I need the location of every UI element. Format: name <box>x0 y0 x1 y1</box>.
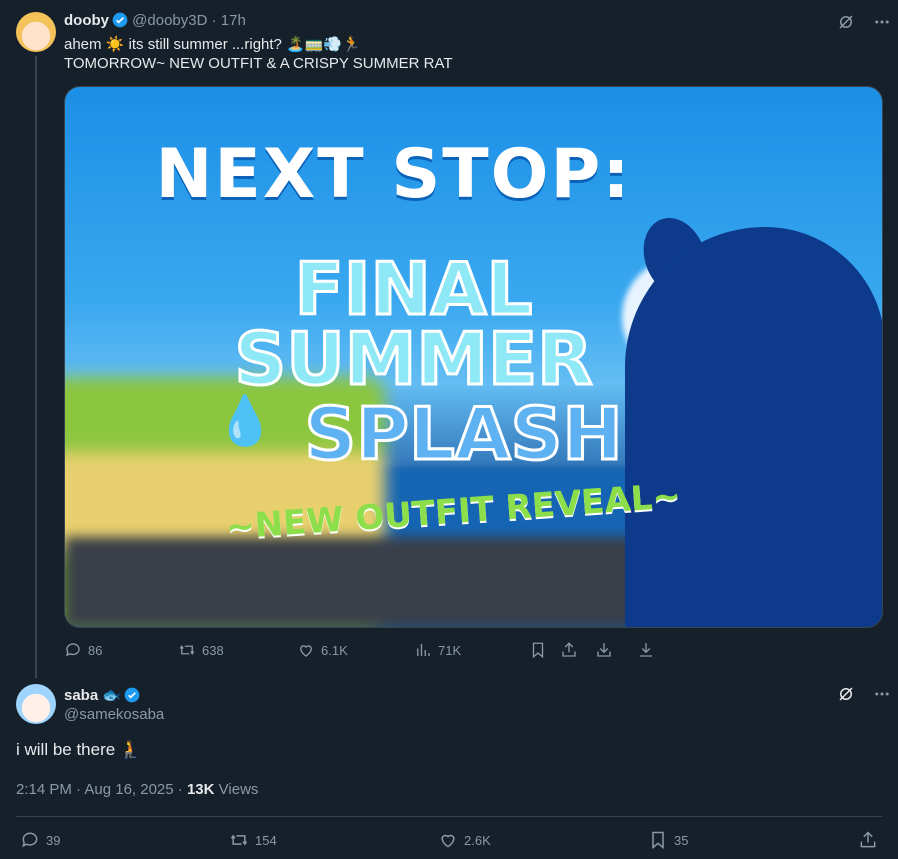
post-action-bar: 39 154 2.6K 35 <box>0 830 898 852</box>
reply-icon <box>22 832 38 848</box>
dot-separator: · <box>211 12 217 29</box>
reply-button[interactable]: 39 <box>20 830 60 850</box>
views-button[interactable]: 71K <box>414 641 461 659</box>
divider <box>16 816 882 817</box>
post-text-line: TOMORROW~ NEW OUTFIT & A CRISPY SUMMER R… <box>64 55 453 72</box>
reply-icon <box>65 643 80 657</box>
download-icon <box>640 643 652 657</box>
media-headline: NEXT STOP: <box>155 135 632 214</box>
media-title-line: SUMMER <box>233 316 594 403</box>
more-options-icon[interactable] <box>872 12 892 32</box>
repost-count: 638 <box>202 642 224 658</box>
bookmark-icon <box>652 831 664 850</box>
views-label: Views <box>218 781 259 798</box>
reply-count: 86 <box>88 642 103 658</box>
verified-badge-icon <box>124 687 140 703</box>
like-count: 6.1K <box>321 642 348 658</box>
reply-button[interactable]: 86 <box>64 641 102 659</box>
like-button[interactable]: 6.1K <box>297 641 348 659</box>
post-text-line: ahem ☀️ its still summer ...right? 🏝️🚃💨🏃 <box>64 36 361 53</box>
repost-button[interactable]: 154 <box>229 830 277 850</box>
author-handle[interactable]: @samekosaba <box>64 706 164 723</box>
post-action-bar: 86 638 6.1K 71K <box>64 641 664 661</box>
avatar[interactable] <box>16 684 56 724</box>
post-text: i will be there 🧎 <box>16 740 142 759</box>
author-name[interactable]: dooby <box>64 12 109 29</box>
thread-connector-line <box>35 56 37 678</box>
author-name[interactable]: saba 🐟 <box>64 687 121 704</box>
author-handle[interactable]: @dooby3D <box>132 12 207 29</box>
repost-button[interactable]: 638 <box>178 641 224 659</box>
avatar[interactable] <box>16 12 56 52</box>
share-button[interactable] <box>858 830 878 850</box>
repost-icon <box>230 834 248 846</box>
grok-icon[interactable] <box>836 684 856 704</box>
post-media-image[interactable]: NEXT STOP: FINAL SUMMER 💧 SPLASH ~NEW OU… <box>64 86 883 628</box>
share-icon <box>860 831 876 848</box>
views-chart-icon <box>417 644 430 656</box>
dot-separator: · <box>177 781 183 798</box>
views-total: 13K <box>186 781 215 798</box>
views-count: 71K <box>438 642 462 658</box>
bookmark-button[interactable] <box>529 641 547 659</box>
post-top-actions <box>836 12 892 32</box>
repost-icon <box>179 645 195 655</box>
heart-icon <box>441 834 455 848</box>
bookmark-count: 35 <box>674 832 689 848</box>
reply-count: 39 <box>46 832 61 848</box>
like-button[interactable]: 2.6K <box>438 830 491 850</box>
download-button[interactable] <box>595 641 613 659</box>
like-count: 2.6K <box>464 832 491 848</box>
post-header: dooby @dooby3D · 17h <box>64 12 246 29</box>
post-meta: 2:14 PM · Aug 16, 2025 · 13K Views <box>16 781 258 798</box>
heart-icon <box>300 645 312 657</box>
verified-badge-icon <box>112 12 128 28</box>
bookmark-button[interactable]: 35 <box>648 830 688 850</box>
share-button[interactable] <box>560 641 578 659</box>
download-icon <box>597 643 611 657</box>
repost-count: 154 <box>255 832 277 848</box>
more-options-icon[interactable] <box>872 684 892 704</box>
save-media-button[interactable] <box>637 641 655 659</box>
author-name-row: saba 🐟 <box>64 686 140 704</box>
post-time[interactable]: 17h <box>221 12 246 29</box>
post-timestamp[interactable]: 2:14 PM · Aug 16, 2025 <box>16 781 174 798</box>
grok-icon[interactable] <box>836 12 856 32</box>
post-text: ahem ☀️ its still summer ...right? 🏝️🚃💨🏃… <box>64 35 453 73</box>
post-top-actions <box>836 684 892 704</box>
share-icon <box>562 642 576 657</box>
media-title-line: SPLASH <box>303 391 624 478</box>
bookmark-icon <box>532 642 544 659</box>
